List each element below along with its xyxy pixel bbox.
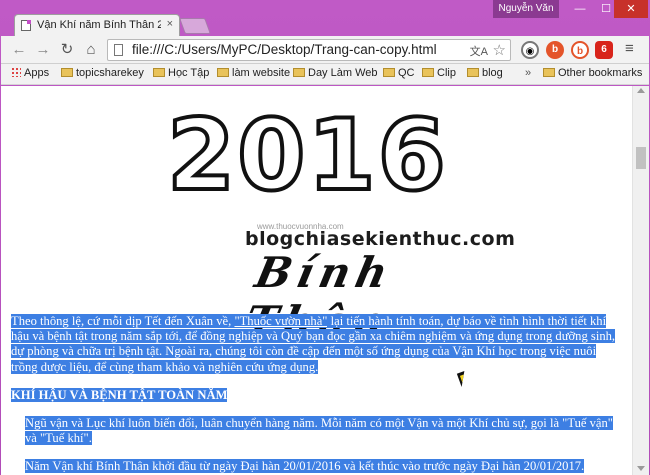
chrome-menu-icon[interactable]: ≡ bbox=[625, 40, 634, 57]
bookmark-folder[interactable]: Day Làm Web bbox=[293, 67, 378, 79]
minimize-button[interactable]: — bbox=[566, 0, 594, 18]
bookmark-label: topicsharekey bbox=[76, 67, 144, 79]
section-heading: KHÍ HẬU VÀ BỆNH TẬT TOÀN NĂM bbox=[11, 387, 623, 403]
tab-close-icon[interactable]: × bbox=[167, 18, 173, 30]
folder-icon bbox=[422, 68, 434, 77]
url-text[interactable]: file:///C:/Users/MyPC/Desktop/Trang-can-… bbox=[132, 42, 437, 57]
banner-year: 2016 bbox=[165, 99, 448, 213]
close-window-button[interactable]: ✕ bbox=[614, 0, 648, 18]
folder-icon bbox=[293, 68, 305, 77]
section-heading-text: KHÍ HẬU VÀ BỆNH TẬT TOÀN NĂM bbox=[11, 387, 228, 402]
page-content: 2016 www.thuocvuonnha.com blogchiasekien… bbox=[1, 86, 632, 475]
extension-red-badge-icon[interactable]: 6 bbox=[595, 41, 613, 59]
bookmark-label: Day Làm Web bbox=[308, 67, 378, 79]
intro-text-before: Theo thông lệ, cứ mỗi dịp Tết đến Xuân v… bbox=[11, 314, 235, 328]
bookmark-label: làm website bbox=[232, 67, 291, 79]
toolbar: ← → ↻ ⌂ file:///C:/Users/MyPC/Desktop/Tr… bbox=[1, 36, 649, 64]
tab-title: Vận Khí năm Bính Thân 20 bbox=[37, 19, 161, 31]
bookmarks-bar: Apps topicsharekey Học Tập làm website D… bbox=[1, 64, 649, 85]
bookmark-label: Other bookmarks bbox=[558, 67, 643, 79]
bookmark-apps[interactable]: Apps bbox=[11, 67, 49, 79]
reload-button[interactable]: ↻ bbox=[57, 40, 77, 60]
forward-button[interactable]: → bbox=[33, 40, 53, 60]
folder-icon bbox=[467, 68, 479, 77]
extension-b-orange-icon[interactable]: b bbox=[546, 41, 564, 59]
scroll-up-icon[interactable] bbox=[637, 88, 645, 93]
file-icon bbox=[114, 44, 123, 56]
banner-image: 2016 www.thuocvuonnha.com blogchiasekien… bbox=[161, 99, 515, 346]
folder-icon bbox=[61, 68, 73, 77]
bookmark-folder[interactable]: làm website bbox=[217, 67, 290, 79]
apps-grid-icon bbox=[11, 67, 21, 77]
chevron-right-icon: » bbox=[525, 67, 532, 79]
bookmark-star-icon[interactable]: ☆ bbox=[493, 41, 506, 59]
home-button[interactable]: ⌂ bbox=[81, 40, 101, 60]
folder-icon bbox=[543, 68, 555, 77]
bookmark-label: Học Tập bbox=[168, 67, 210, 79]
bookmark-folder[interactable]: Clip bbox=[422, 67, 456, 79]
bookmark-label: blog bbox=[482, 67, 503, 79]
address-bar[interactable]: file:///C:/Users/MyPC/Desktop/Trang-can-… bbox=[107, 39, 511, 61]
bookmark-folder[interactable]: QC bbox=[383, 67, 415, 79]
bookmark-folder[interactable]: blog bbox=[467, 67, 503, 79]
article-body: Theo thông lệ, cứ mỗi dịp Tết đến Xuân v… bbox=[11, 314, 623, 475]
extension-b-outline-icon[interactable]: b bbox=[571, 41, 589, 59]
thuoc-vuon-nha-link[interactable]: "Thuốc vườn nhà" bbox=[234, 314, 328, 328]
scrollbar-thumb[interactable] bbox=[636, 147, 646, 169]
paragraph-3-text: Năm Vận khí Bính Thân khởi đầu từ ngày Đ… bbox=[25, 459, 585, 474]
intro-paragraph[interactable]: Theo thông lệ, cứ mỗi dịp Tết đến Xuân v… bbox=[11, 314, 623, 375]
bookmark-folder[interactable]: topicsharekey bbox=[61, 67, 144, 79]
folder-icon bbox=[217, 68, 229, 77]
bookmark-other[interactable]: Other bookmarks bbox=[543, 67, 642, 79]
bookmark-folder[interactable]: Học Tập bbox=[153, 67, 209, 79]
vertical-scrollbar[interactable] bbox=[632, 86, 649, 475]
bookmark-overflow[interactable]: » bbox=[525, 67, 534, 79]
tab-active[interactable]: Vận Khí năm Bính Thân 20 × bbox=[14, 14, 180, 36]
banner-watermark: blogchiasekienthuc.com bbox=[245, 228, 516, 250]
back-button[interactable]: ← bbox=[9, 40, 29, 60]
bookmark-label: Clip bbox=[437, 67, 456, 79]
paragraph-2-text: Ngũ vận và Lục khí luôn biến đổi, luân c… bbox=[25, 416, 613, 446]
extension-capture-icon[interactable]: ◉ bbox=[521, 41, 539, 59]
bookmark-label: QC bbox=[398, 67, 415, 79]
folder-icon bbox=[153, 68, 165, 77]
paragraph-2[interactable]: Ngũ vận và Lục khí luôn biến đổi, luân c… bbox=[11, 416, 623, 446]
scroll-down-icon[interactable] bbox=[637, 466, 645, 471]
translate-icon[interactable]: 文A bbox=[470, 43, 488, 59]
page-favicon-icon bbox=[21, 20, 31, 31]
paragraph-3[interactable]: Năm Vận khí Bính Thân khởi đầu từ ngày Đ… bbox=[11, 459, 623, 474]
bookmark-apps-label: Apps bbox=[24, 67, 50, 79]
profile-button[interactable]: Nguyễn Văn bbox=[493, 0, 559, 18]
folder-icon bbox=[383, 68, 395, 77]
new-tab-button[interactable] bbox=[179, 18, 211, 34]
title-bar: Vận Khí năm Bính Thân 20 × Nguyễn Văn — … bbox=[0, 0, 650, 36]
